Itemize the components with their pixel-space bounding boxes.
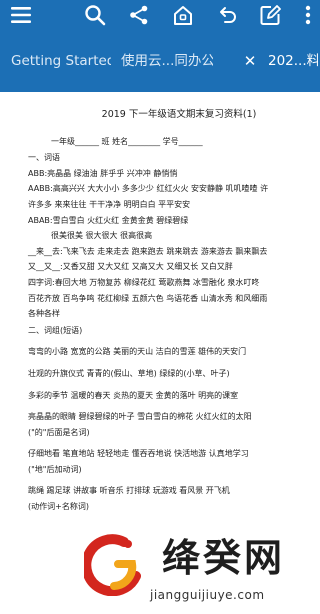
document-note: ("地"后加动词) — [28, 464, 82, 474]
more-vertical-icon — [305, 5, 311, 25]
undo-icon — [220, 7, 236, 23]
document-line: 一年级______ 班 姓名________ 学号______ — [51, 136, 203, 146]
section-heading: 二、词组(短语) — [28, 325, 83, 335]
more-button[interactable] — [298, 2, 318, 28]
document-note: ("的"后面是名词) — [28, 427, 90, 437]
close-tab-icon[interactable]: ✕ — [240, 50, 260, 72]
edit-button[interactable] — [257, 2, 283, 28]
section-heading: 一、词语 — [28, 153, 60, 163]
document-line: 很美很美 很大很大 很高很高 — [51, 231, 153, 241]
jiangguijiuye-logo — [84, 534, 141, 596]
document-line: 亮晶晶的眼睛 碧绿碧绿的叶子 雪白雪白的棉花 火红火红的太阳 — [28, 412, 252, 422]
document-line: 仔细地看 笔直地站 轻轻地走 懂吞吞地说 快活地游 认真地学习 — [28, 449, 249, 459]
document-line: 跳绳 踢足球 讲故事 听音乐 打排球 玩游戏 看风景 开飞机 — [28, 486, 230, 496]
tab-current-document[interactable]: 202...料 — [268, 50, 318, 72]
watermark-site-name: 绛癸网 — [162, 535, 286, 580]
document-line: 各种各样 — [28, 309, 60, 319]
site-watermark: 绛癸网 jiangguijiuye.com — [78, 530, 320, 614]
menu-button[interactable] — [8, 2, 34, 28]
home-icon — [174, 6, 192, 25]
tab-getting-started[interactable]: Getting Started — [11, 50, 111, 72]
search-icon — [85, 5, 106, 26]
document-line: 弯弯的小路 宽宽的公路 美丽的天山 洁白的雪莲 雄伟的天安门 — [28, 347, 247, 357]
document-note: (动作词+名称词) — [28, 502, 89, 512]
home-button[interactable] — [170, 2, 196, 28]
document-line: 壮观的升旗仪式 青青的(假山、草地) 绿绿的(小草、叶子) — [28, 368, 230, 378]
document-line: ABB:亮晶晶 绿油油 胖乎乎 兴冲冲 静悄悄 — [28, 168, 178, 178]
document-tab-bar: Getting Started 使用云...同办公 ✕ 202...料 — [0, 30, 320, 92]
edit-icon — [260, 5, 281, 25]
watermark-domain: jiangguijiuye.com — [150, 588, 265, 602]
undo-button[interactable] — [214, 2, 240, 28]
search-button[interactable] — [82, 2, 108, 28]
document-line: 又__又__:又香又甜 又大又红 又高又大 又细又长 又白又胖 — [28, 262, 233, 272]
share-icon — [130, 5, 148, 25]
document-content: 2019 下一年级语文期末复习资料(1) 一年级______ 班 姓名_____… — [28, 107, 318, 515]
document-line: 多彩的季节 温暖的春天 炎热的夏天 金黄的落叶 明亮的课室 — [28, 390, 239, 400]
document-line: 四字词:春回大地 万物复苏 柳绿花红 莺歌燕舞 冰雪融化 泉水叮咚 — [28, 277, 260, 287]
document-line: ABAB:雪白雪白 火红火红 金黄金黄 碧绿碧绿 — [28, 215, 189, 225]
document-line: 许多多 来来往往 干干净净 明明白白 平平安安 — [28, 199, 191, 209]
document-title: 2019 下一年级语文期末复习资料(1) — [101, 109, 257, 120]
document-line: AABB:高高兴兴 大大小小 多多少少 红红火火 安安静静 叽叽喳喳 许 — [28, 184, 269, 194]
document-line: __来__去:飞来飞去 走来走去 跑来跑去 跳来跳去 游来游去 飘来飘去 — [28, 246, 268, 256]
document-line: 百花齐放 百鸟争鸣 花红柳绿 五颜六色 鸟语花香 山清水秀 和风细雨 — [28, 293, 268, 303]
tab-cloud-office[interactable]: 使用云...同办公 — [121, 50, 213, 72]
share-button[interactable] — [126, 2, 152, 28]
hamburger-menu-icon — [11, 7, 31, 23]
top-toolbar — [0, 0, 320, 30]
